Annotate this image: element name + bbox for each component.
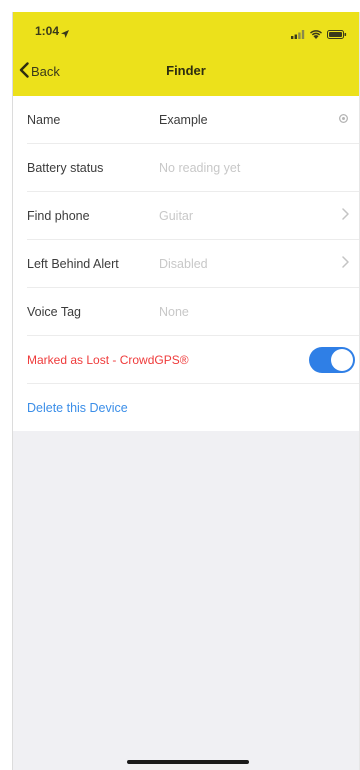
phone-frame: 1:04 Back Finder Name Example Battery st… — [0, 0, 360, 770]
voice-tag-row[interactable]: Voice Tag None — [27, 288, 359, 336]
status-time: 1:04 — [35, 24, 60, 38]
delete-device-button[interactable]: Delete this Device — [27, 401, 128, 415]
nav-bar: Back Finder — [13, 48, 359, 96]
row-label: Voice Tag — [27, 304, 81, 319]
battery-icon — [327, 26, 347, 44]
chevron-right-icon — [342, 255, 349, 273]
row-value: No reading yet — [159, 160, 241, 175]
battery-status-row: Battery status No reading yet — [27, 144, 359, 192]
row-label: Name — [27, 112, 61, 127]
left-behind-alert-row[interactable]: Left Behind Alert Disabled — [27, 240, 359, 288]
toggle-knob — [331, 348, 353, 371]
status-icons — [291, 26, 347, 44]
delete-row: Delete this Device — [27, 384, 359, 431]
row-label: Find phone — [27, 208, 90, 223]
row-value: Guitar — [159, 208, 194, 223]
chevron-right-icon — [342, 207, 349, 225]
wifi-icon — [310, 26, 322, 44]
status-bar: 1:04 — [13, 12, 359, 48]
home-indicator — [127, 760, 249, 764]
row-value: None — [159, 304, 189, 319]
page-title: Finder — [166, 63, 206, 78]
row-label: Left Behind Alert — [27, 256, 119, 271]
screen: 1:04 Back Finder Name Example Battery st… — [12, 12, 360, 770]
find-phone-row[interactable]: Find phone Guitar — [27, 192, 359, 240]
marked-as-lost-toggle[interactable] — [309, 346, 355, 373]
header: 1:04 Back Finder — [13, 12, 359, 96]
row-value: Example — [159, 112, 208, 127]
settings-list: Name Example Battery status No reading y… — [13, 96, 359, 431]
marked-as-lost-row: Marked as Lost - CrowdGPS® — [27, 336, 359, 384]
row-label: Battery status — [27, 160, 104, 175]
settings-icon[interactable] — [338, 111, 349, 129]
marked-as-lost-label: Marked as Lost - CrowdGPS® — [27, 352, 189, 367]
location-arrow-icon — [61, 25, 69, 43]
row-value: Disabled — [159, 256, 208, 271]
name-row[interactable]: Name Example — [27, 96, 359, 144]
signal-icon — [291, 26, 305, 44]
